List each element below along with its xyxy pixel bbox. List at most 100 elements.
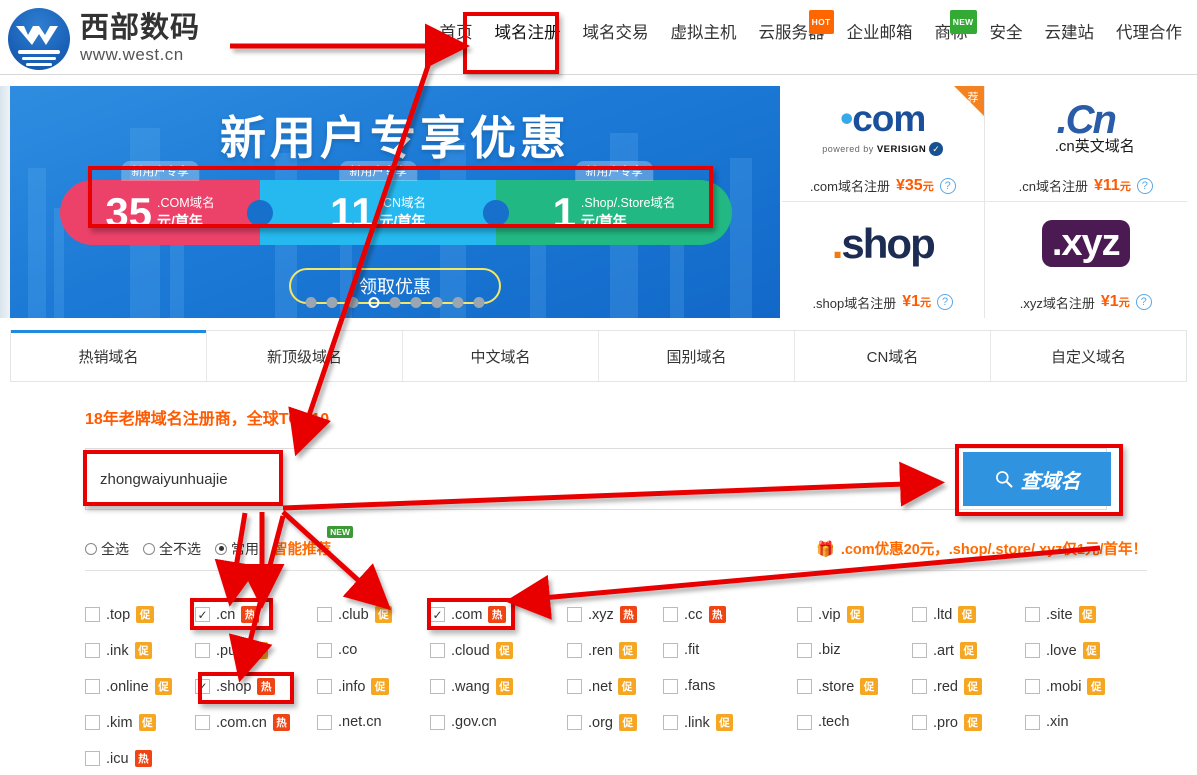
nav-item-2[interactable]: 域名交易: [572, 22, 660, 44]
checkbox-icon[interactable]: [195, 679, 210, 694]
checkbox-icon[interactable]: [567, 643, 582, 658]
checkbox-icon[interactable]: [317, 679, 332, 694]
domain-option-vip[interactable]: .vip 促: [797, 606, 865, 623]
domain-option-ink[interactable]: .ink 促: [85, 642, 153, 659]
nav-item-3[interactable]: 虚拟主机: [660, 22, 748, 44]
domain-option-info[interactable]: .info 促: [317, 678, 389, 695]
promo-cell-shop[interactable]: .shop .shop域名注册 ¥1元?: [782, 202, 985, 318]
domain-option-fit[interactable]: .fit: [663, 642, 699, 658]
promo-banner[interactable]: 新用户专享优惠 新用户专享 35 .COM域名 元/首年 新用户专享 11 .CN域名 元/首…: [10, 86, 780, 318]
carousel-dot-0[interactable]: [305, 297, 317, 308]
nav-item-8[interactable]: 云建站: [1034, 22, 1106, 44]
domain-option-biz[interactable]: .biz: [797, 642, 841, 658]
checkbox-icon[interactable]: [567, 679, 582, 694]
checkbox-icon[interactable]: [1025, 679, 1040, 694]
tab-1[interactable]: 新顶级域名: [207, 331, 403, 381]
checkbox-icon[interactable]: [797, 714, 812, 730]
domain-option-ltd[interactable]: .ltd 促: [912, 606, 976, 623]
domain-option-govcn[interactable]: .gov.cn: [430, 714, 497, 730]
nav-item-5[interactable]: 企业邮箱: [836, 22, 924, 44]
banner-carousel-dots[interactable]: [305, 297, 485, 308]
domain-option-co[interactable]: .co: [317, 642, 357, 658]
checkbox-icon[interactable]: [195, 643, 210, 658]
banner-price-card-1[interactable]: 新用户专享 11 .CN域名 元/首年: [247, 161, 509, 245]
checkbox-icon[interactable]: [317, 642, 332, 658]
checkbox-icon[interactable]: [912, 607, 927, 622]
option-select-none[interactable]: 全不选: [143, 539, 201, 559]
nav-item-6[interactable]: 商标NEW: [924, 10, 979, 44]
carousel-dot-1[interactable]: [326, 297, 338, 308]
domain-option-cn[interactable]: .cn 热: [195, 606, 259, 623]
promo-cell-xyz[interactable]: .xyz .xyz域名注册 ¥1元?: [984, 202, 1187, 318]
domain-option-xin[interactable]: .xin: [1025, 714, 1069, 730]
nav-item-7[interactable]: 安全: [979, 22, 1034, 44]
banner-price-card-0[interactable]: 新用户专享 35 .COM域名 元/首年: [60, 161, 273, 245]
domain-option-pub[interactable]: .pub 促: [195, 642, 268, 659]
help-question-icon[interactable]: ?: [1135, 294, 1152, 310]
tab-3[interactable]: 国别域名: [599, 331, 795, 381]
carousel-dot-4[interactable]: [389, 297, 401, 308]
checkbox-icon[interactable]: [567, 715, 582, 730]
checkbox-icon[interactable]: [1025, 643, 1040, 658]
domain-option-net[interactable]: .net 促: [567, 678, 636, 695]
domain-option-tech[interactable]: .tech: [797, 714, 849, 730]
domain-option-site[interactable]: .site 促: [1025, 606, 1097, 623]
nav-item-9[interactable]: 代理合作: [1105, 22, 1193, 44]
tab-4[interactable]: CN域名: [795, 331, 991, 381]
carousel-dot-2[interactable]: [347, 297, 359, 308]
domain-option-top[interactable]: .top 促: [85, 606, 154, 623]
checkbox-icon[interactable]: [195, 607, 210, 622]
help-question-icon[interactable]: ?: [939, 177, 956, 194]
checkbox-icon[interactable]: [85, 751, 100, 766]
help-question-icon[interactable]: ?: [1136, 177, 1153, 194]
domain-option-comcn[interactable]: .com.cn 热: [195, 714, 291, 731]
domain-option-fans[interactable]: .fans: [663, 678, 715, 694]
promo-cell-com[interactable]: •com powered by VERISIGN ✓ .com域名注册 ¥35元? 荐: [782, 86, 985, 202]
nav-item-1[interactable]: 域名注册: [484, 22, 572, 44]
checkbox-icon[interactable]: [663, 678, 678, 694]
checkbox-icon[interactable]: [797, 679, 812, 694]
checkbox-icon[interactable]: [912, 715, 927, 730]
domain-option-cloud[interactable]: .cloud 促: [430, 642, 514, 659]
checkbox-icon[interactable]: [317, 607, 332, 622]
checkbox-icon[interactable]: [85, 643, 100, 658]
checkbox-icon[interactable]: [85, 715, 100, 730]
smart-recommend-link[interactable]: 智能推荐 NEW: [273, 526, 353, 559]
option-common[interactable]: 常用: [215, 539, 259, 559]
checkbox-icon[interactable]: [663, 607, 678, 622]
domain-option-icu[interactable]: .icu 热: [85, 750, 153, 767]
nav-item-4[interactable]: 云服务器 HOT: [748, 10, 836, 44]
checkbox-icon[interactable]: [430, 643, 445, 658]
checkbox-icon[interactable]: [567, 607, 582, 622]
checkbox-icon[interactable]: [912, 679, 927, 694]
search-domain-button[interactable]: 查域名: [963, 452, 1111, 506]
domain-option-netcn[interactable]: .net.cn: [317, 714, 382, 730]
checkbox-icon[interactable]: [430, 679, 445, 694]
checkbox-icon[interactable]: [317, 714, 332, 730]
tab-2[interactable]: 中文域名: [403, 331, 599, 381]
domain-option-shop[interactable]: .shop 热: [195, 678, 275, 695]
domain-option-wang[interactable]: .wang 促: [430, 678, 514, 695]
option-select-all[interactable]: 全选: [85, 539, 129, 559]
checkbox-icon[interactable]: [1025, 607, 1040, 622]
domain-option-club[interactable]: .club 促: [317, 606, 393, 623]
checkbox-icon[interactable]: [85, 679, 100, 694]
banner-price-card-2[interactable]: 新用户专享 1 .Shop/.Store域名 元/首年: [483, 161, 732, 245]
checkbox-icon[interactable]: [85, 607, 100, 622]
checkbox-icon[interactable]: [797, 607, 812, 622]
carousel-dot-3[interactable]: [368, 297, 380, 308]
tab-5[interactable]: 自定义域名: [991, 331, 1186, 381]
nav-item-0[interactable]: 首页: [429, 22, 484, 44]
tab-0[interactable]: 热销域名: [11, 330, 207, 381]
domain-option-mobi[interactable]: .mobi 促: [1025, 678, 1105, 695]
checkbox-icon[interactable]: [430, 607, 445, 622]
site-logo[interactable]: 西部数码 www.west.cn: [8, 8, 200, 70]
checkbox-icon[interactable]: [663, 642, 678, 658]
carousel-dot-6[interactable]: [431, 297, 443, 308]
domain-option-org[interactable]: .org 促: [567, 714, 637, 731]
domain-option-kim[interactable]: .kim 促: [85, 714, 157, 731]
checkbox-icon[interactable]: [430, 714, 445, 730]
domain-option-pro[interactable]: .pro 促: [912, 714, 982, 731]
domain-option-cc[interactable]: .cc 热: [663, 606, 727, 623]
domain-option-link[interactable]: .link 促: [663, 714, 734, 731]
